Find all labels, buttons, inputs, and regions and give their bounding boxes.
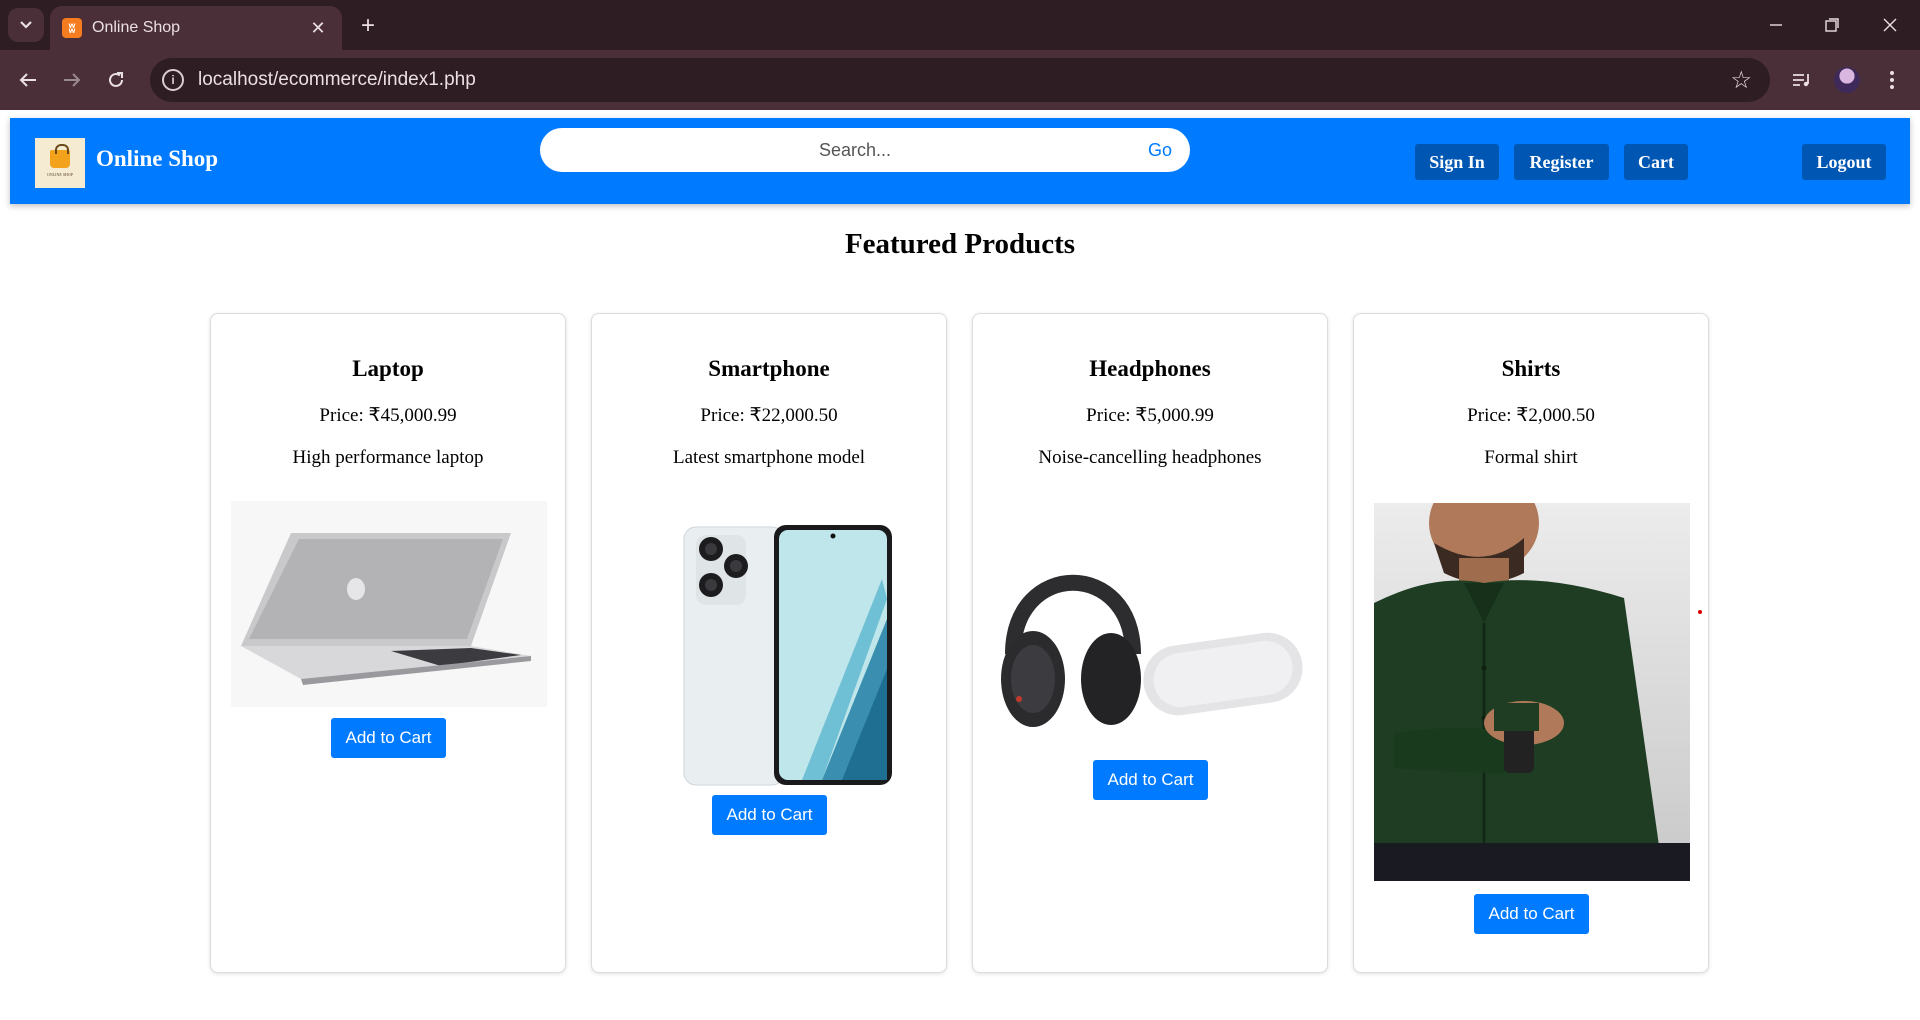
add-to-cart-button[interactable]: Add to Cart [712,795,827,835]
url-text[interactable]: localhost/ecommerce/index1.php [198,69,1730,91]
menu-kebab-icon[interactable] [1874,62,1910,98]
close-window-icon[interactable] [1870,8,1910,42]
minimize-icon[interactable] [1756,8,1796,42]
product-card-laptop: Laptop Price: ₹45,000.99 High performanc… [210,313,566,973]
xampp-favicon-icon: ʬ [62,18,82,38]
product-description: Noise-cancelling headphones [1038,447,1262,468]
browser-tabbar: ʬ Online Shop ✕ + [0,0,1920,50]
headphones-image [993,519,1309,759]
product-price: Price: ₹22,000.50 [700,405,838,426]
restore-icon[interactable] [1812,8,1852,42]
shirt-image [1374,503,1690,881]
profile-avatar[interactable] [1829,62,1865,98]
shop-logo[interactable]: ONLINE SHOP [35,138,85,188]
product-card-headphones: Headphones Price: ₹5,000.99 Noise-cancel… [972,313,1328,973]
site-info-icon[interactable]: i [162,69,184,91]
product-name: Shirts [1501,356,1561,381]
address-bar[interactable]: i localhost/ecommerce/index1.php ☆ [150,58,1770,102]
product-price: Price: ₹45,000.99 [319,405,457,426]
product-name: Laptop [352,356,424,381]
product-card-shirts: Shirts Price: ₹2,000.50 Formal shirt Add… [1353,313,1709,973]
product-price: Price: ₹5,000.99 [1086,405,1214,426]
product-card-smartphone: Smartphone Price: ₹22,000.50 Latest smar… [591,313,947,973]
browser-toolbar: i localhost/ecommerce/index1.php ☆ [0,50,1920,110]
reload-icon[interactable] [98,62,134,98]
add-to-cart-button[interactable]: Add to Cart [1093,760,1208,800]
back-arrow-icon[interactable] [10,62,46,98]
page-title: Featured Products [844,228,1076,260]
site-header: ONLINE SHOP Online Shop Go Sign In Regis… [10,118,1910,204]
search-go-button[interactable]: Go [1130,140,1190,161]
product-description: High performance laptop [292,447,484,468]
chevron-down-icon [20,21,32,29]
new-tab-icon[interactable]: + [352,10,384,42]
tab-list-button[interactable] [8,8,44,42]
red-dot-marker [1698,610,1702,614]
media-queue-icon[interactable] [1784,62,1820,98]
tab-title: Online Shop [92,19,181,36]
shopping-bag-icon [50,143,70,168]
logout-button[interactable]: Logout [1802,144,1886,180]
sign-in-button[interactable]: Sign In [1415,144,1499,180]
product-price: Price: ₹2,000.50 [1467,405,1595,426]
forward-arrow-icon[interactable] [54,62,90,98]
search-input[interactable] [540,139,1130,161]
avatar [1834,67,1860,93]
register-button[interactable]: Register [1514,144,1609,180]
product-description: Formal shirt [1484,447,1578,468]
browser-tab[interactable]: ʬ Online Shop ✕ [50,6,342,50]
add-to-cart-button[interactable]: Add to Cart [1474,894,1589,934]
tab-close-icon[interactable]: ✕ [306,18,330,39]
search-bar: Go [540,128,1190,172]
product-name: Headphones [1089,356,1211,381]
product-description: Latest smartphone model [672,447,866,468]
bookmark-star-icon[interactable]: ☆ [1730,66,1752,95]
brand-name[interactable]: Online Shop [96,146,218,172]
add-to-cart-button[interactable]: Add to Cart [331,718,446,758]
smartphone-image [612,519,928,789]
cart-button[interactable]: Cart [1624,144,1688,180]
product-name: Smartphone [708,356,830,381]
laptop-image [231,501,547,707]
